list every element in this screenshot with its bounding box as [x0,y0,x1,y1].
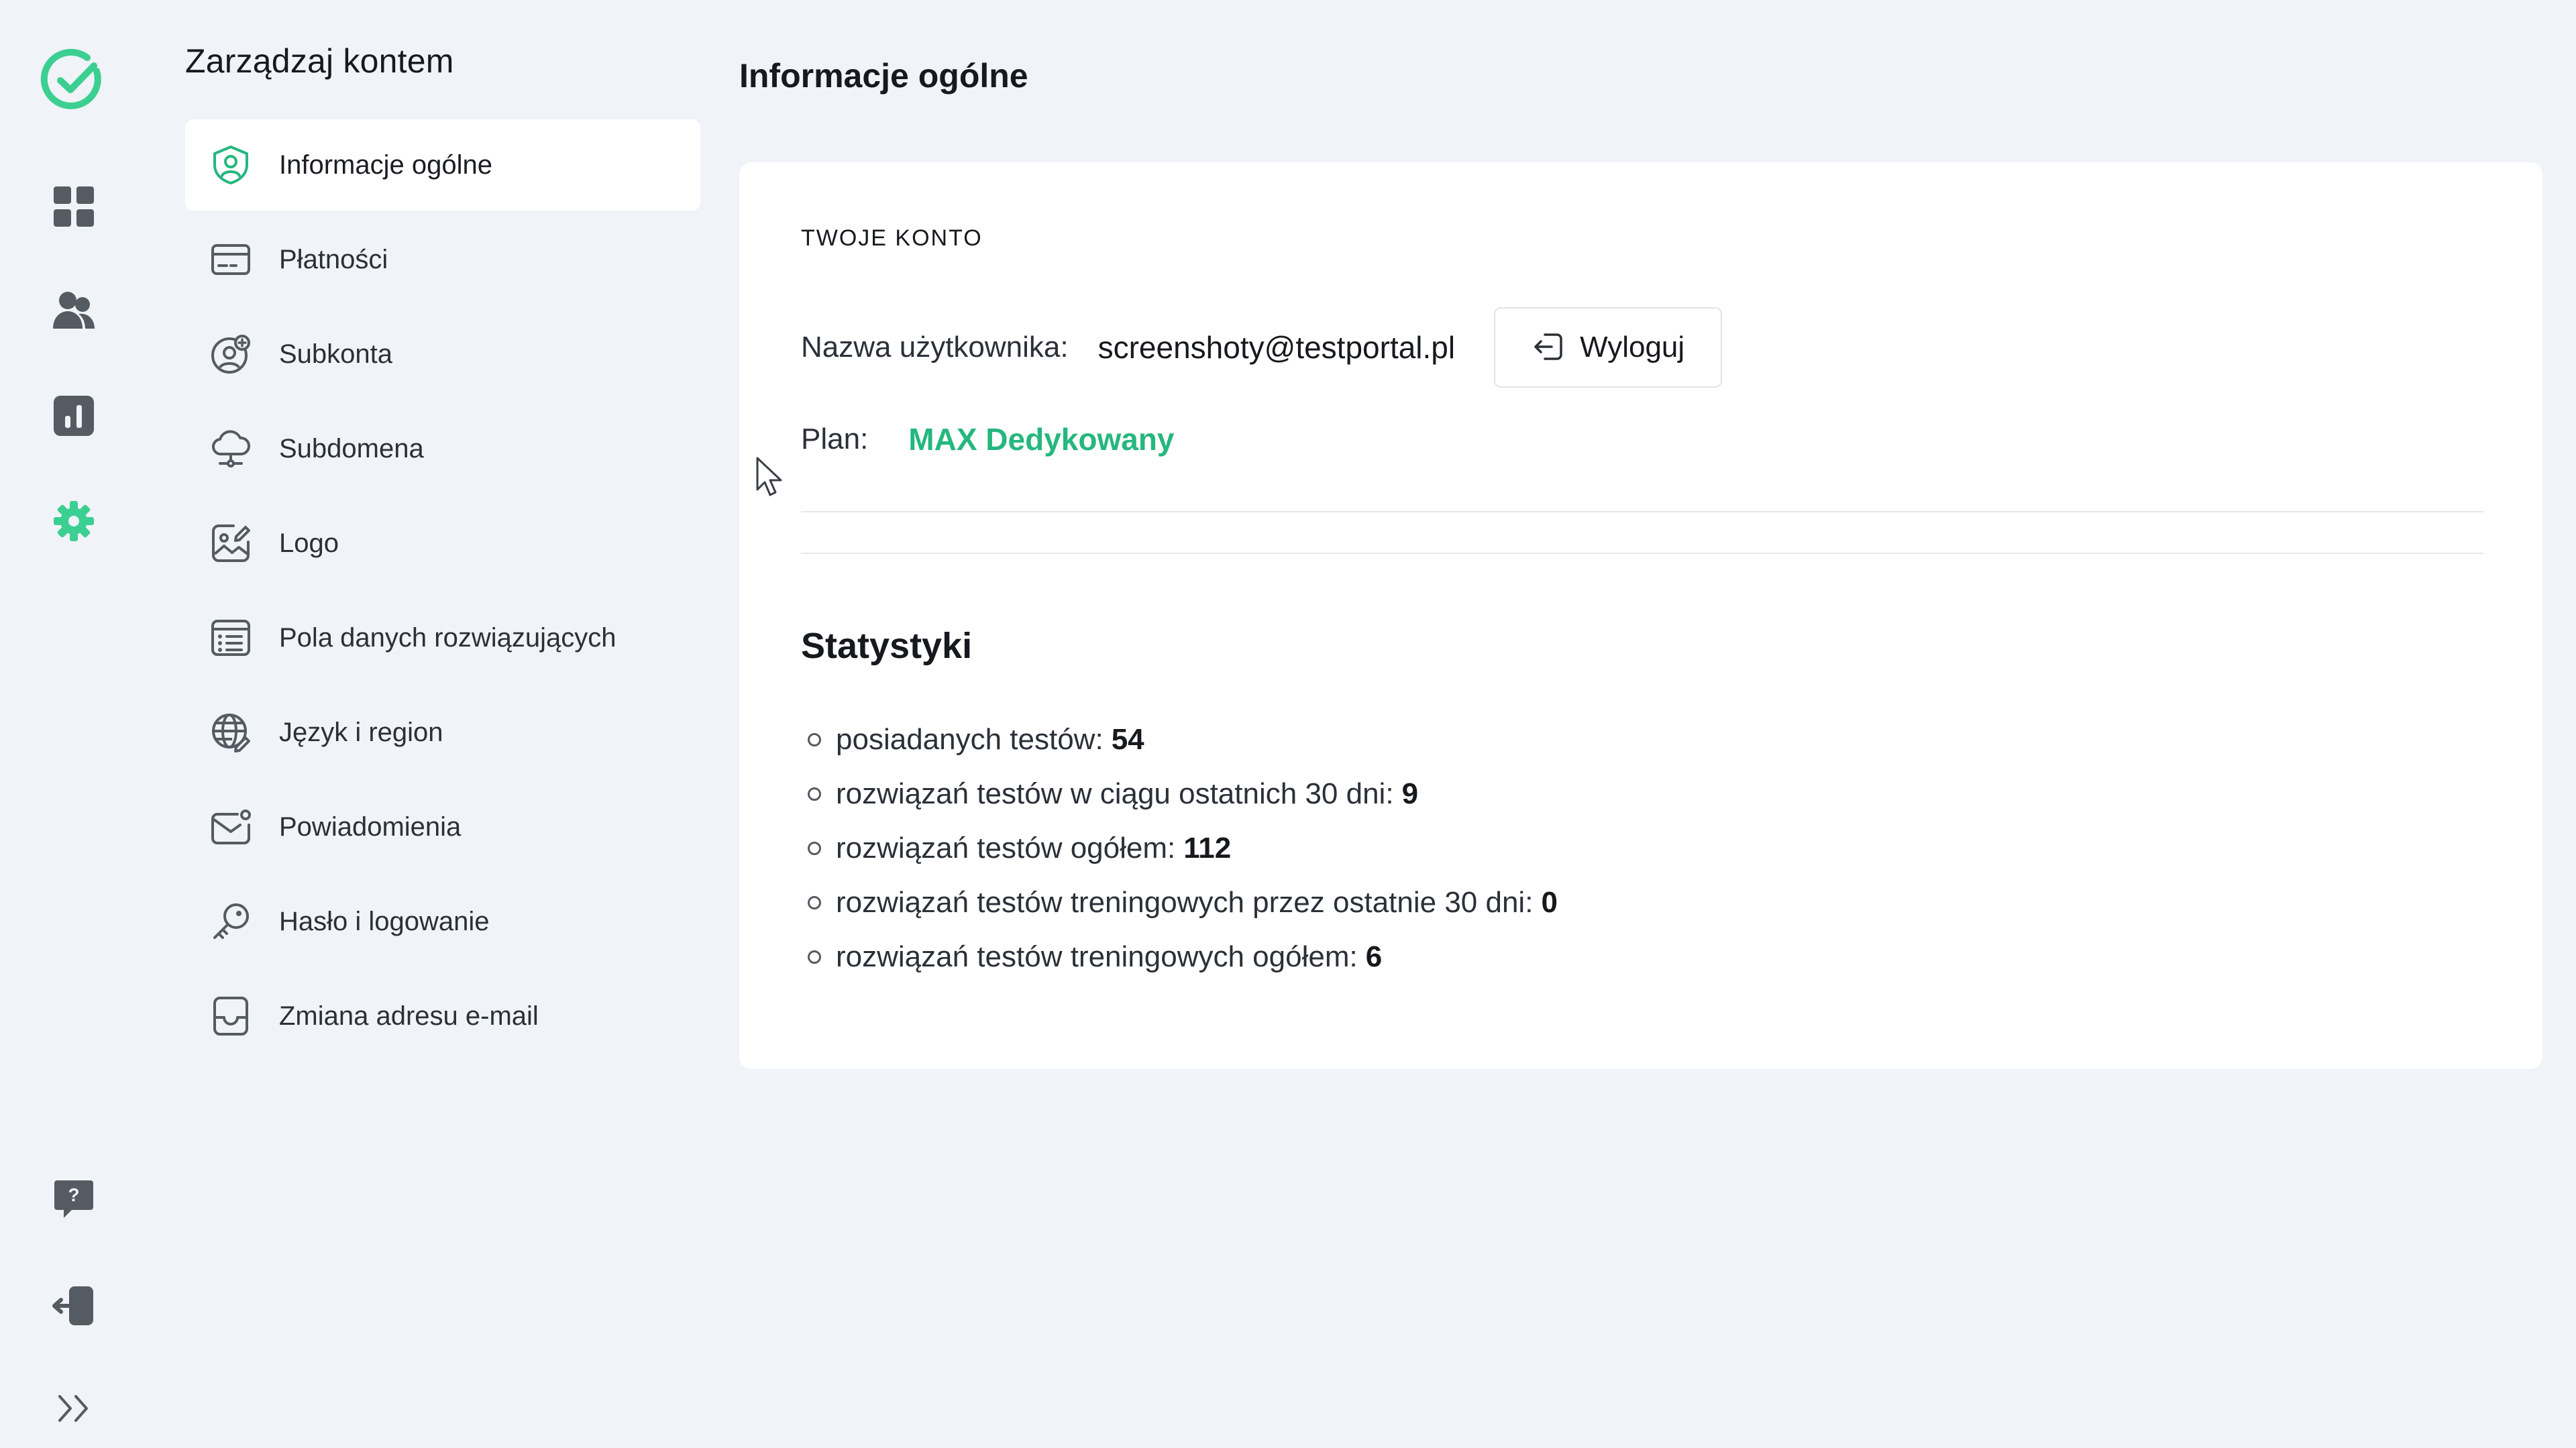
menu-item-label: Informacje ogólne [279,150,492,180]
section-label-twoje-konto: TWOJE KONTO [801,225,983,251]
stats-item: rozwiązań testów treningowych przez osta… [801,875,1558,930]
logout-button-label: Wyloguj [1580,331,1685,364]
stats-item: posiadanych testów: 54 [801,712,1558,767]
stats-item-label: rozwiązań testów ogółem: [836,831,1176,865]
menu-item-label: Subkonta [279,339,393,369]
settings-menu-list: Informacje ogólne Płatności Subkonta Sub… [185,119,700,1065]
logout-button[interactable]: Wyloguj [1494,307,1723,388]
user-badge-icon [209,144,252,186]
divider [801,511,2483,512]
stats-item-value: 6 [1365,940,1383,973]
globe-edit-icon [209,711,252,754]
plan-label: Plan: [801,423,869,455]
logout-door-icon[interactable] [52,1284,96,1328]
username-label: Nazwa użytkownika: [801,331,1069,364]
stats-item-label: rozwiązań testów treningowych ogółem: [836,940,1358,973]
settings-menu: Zarządzaj kontem Informacje ogólne Płatn… [148,0,738,1448]
menu-item-label: Logo [279,528,339,558]
menu-item-subkonta[interactable]: Subkonta [185,309,700,400]
divider [801,553,2483,554]
menu-item-pola-danych[interactable]: Pola danych rozwiązujących [185,592,700,683]
stats-item: rozwiązań testów w ciągu ostatnich 30 dn… [801,767,1558,821]
mail-notification-icon [209,805,252,848]
bullet-icon [808,895,821,909]
bullet-icon [808,732,821,746]
menu-item-logo[interactable]: Logo [185,498,700,589]
menu-item-label: Język i region [279,717,443,747]
menu-item-jezyk-i-region[interactable]: Język i region [185,687,700,778]
username-row: Nazwa użytkownika: screenshoty@testporta… [801,307,1723,388]
menu-item-powiadomienia[interactable]: Powiadomienia [185,781,700,873]
menu-item-label: Hasło i logowanie [279,906,490,936]
check-circle-logo-icon[interactable] [40,47,107,114]
stats-item-label: rozwiązań testów w ciągu ostatnich 30 dn… [836,777,1394,810]
bullet-icon [808,841,821,855]
expand-chevrons-icon[interactable] [57,1394,91,1423]
stats-title: Statystyki [801,626,973,666]
data-fields-icon [209,616,252,659]
menu-item-informacje-ogolne[interactable]: Informacje ogólne [185,119,700,211]
stats-item-label: posiadanych testów: [836,722,1104,756]
gear-icon[interactable] [52,500,95,543]
stats-item-value: 112 [1183,831,1232,865]
stats-item-value: 0 [1541,885,1558,919]
stats-item-value: 9 [1401,777,1419,810]
account-card: TWOJE KONTO Nazwa użytkownika: screensho… [739,162,2542,1069]
icon-rail: ? [0,0,148,1448]
image-edit-icon [209,522,252,565]
menu-item-label: Zmiana adresu e-mail [279,1001,539,1031]
stats-list: posiadanych testów: 54 rozwiązań testów … [801,712,1558,984]
logout-icon [1532,331,1564,365]
plan-value: MAX Dedykowany [908,422,1175,457]
credit-card-icon [209,238,252,281]
stats-item-value: 54 [1111,722,1144,756]
menu-item-label: Pola danych rozwiązujących [279,622,616,653]
mouse-cursor-icon [755,456,785,501]
chart-icon[interactable] [54,396,94,436]
menu-title: Zarządzaj kontem [185,42,454,80]
menu-item-label: Subdomena [279,433,424,463]
menu-item-label: Powiadomienia [279,812,462,842]
menu-item-platnosci[interactable]: Płatności [185,214,700,305]
inbox-icon [209,995,252,1038]
bullet-icon [808,950,821,964]
key-icon [209,900,252,943]
stats-item-label: rozwiązań testów treningowych przez osta… [836,885,1534,919]
users-icon[interactable] [52,290,96,333]
menu-item-subdomena[interactable]: Subdomena [185,403,700,494]
menu-item-zmiana-adresu-email[interactable]: Zmiana adresu e-mail [185,970,700,1062]
stats-item: rozwiązań testów ogółem: 112 [801,821,1558,875]
dashboard-grid-icon[interactable] [52,185,95,228]
menu-item-label: Płatności [279,244,388,274]
stats-item: rozwiązań testów treningowych ogółem: 6 [801,930,1558,984]
svg-text:?: ? [68,1184,79,1205]
cloud-network-icon [209,427,252,470]
subaccount-icon [209,333,252,376]
menu-item-haslo-i-logowanie[interactable]: Hasło i logowanie [185,876,700,967]
bullet-icon [808,787,821,801]
plan-row: Plan: MAX Dedykowany [801,421,1175,457]
help-chat-icon[interactable]: ? [53,1179,95,1221]
page-title: Informacje ogólne [739,57,1028,95]
username-value: screenshoty@testportal.pl [1097,330,1456,365]
